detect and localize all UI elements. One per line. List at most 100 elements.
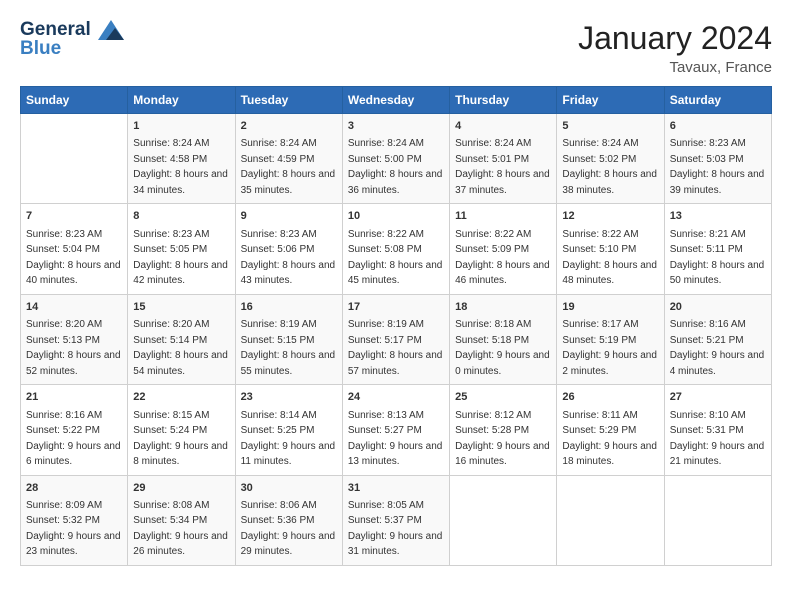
day-number: 8 — [133, 209, 229, 224]
day-number: 16 — [241, 300, 337, 315]
day-info: Sunrise: 8:14 AMSunset: 5:25 PMDaylight:… — [241, 410, 336, 468]
header-monday: Monday — [128, 87, 235, 114]
calendar-cell: 18 Sunrise: 8:18 AMSunset: 5:18 PMDayligh… — [450, 294, 557, 384]
calendar-cell: 22Sunrise: 8:15 AMSunset: 5:24 PMDayligh… — [128, 385, 235, 475]
day-number: 26 — [562, 390, 658, 405]
day-number: 12 — [562, 209, 658, 224]
calendar-cell: 23 Sunrise: 8:14 AMSunset: 5:25 PMDayligh… — [235, 385, 342, 475]
day-number: 19 — [562, 300, 658, 315]
calendar-cell — [557, 475, 664, 565]
day-info: Sunrise: 8:23 AMSunset: 5:04 PMDaylight:… — [26, 229, 121, 287]
calendar-cell: 1Sunrise: 8:24 AMSunset: 4:58 PMDaylight… — [128, 114, 235, 204]
header-sunday: Sunday — [21, 87, 128, 114]
day-info: Sunrise: 8:09 AMSunset: 5:32 PMDaylight:… — [26, 500, 121, 558]
calendar-cell: 12 Sunrise: 8:22 AMSunset: 5:10 PMDayligh… — [557, 204, 664, 294]
day-number: 29 — [133, 481, 229, 496]
calendar-cell: 13Sunrise: 8:21 AMSunset: 5:11 PMDayligh… — [664, 204, 771, 294]
day-number: 30 — [241, 481, 337, 496]
day-info: Sunrise: 8:24 AMSunset: 5:02 PMDaylight:… — [562, 138, 657, 196]
calendar-cell: 16 Sunrise: 8:19 AMSunset: 5:15 PMDayligh… — [235, 294, 342, 384]
day-info: Sunrise: 8:10 AMSunset: 5:31 PMDaylight:… — [670, 410, 765, 468]
day-info: Sunrise: 8:11 AMSunset: 5:29 PMDaylight:… — [562, 410, 657, 468]
header-tuesday: Tuesday — [235, 87, 342, 114]
calendar-cell: 24 Sunrise: 8:13 AMSunset: 5:27 PMDayligh… — [342, 385, 449, 475]
day-info: Sunrise: 8:22 AMSunset: 5:08 PMDaylight:… — [348, 229, 443, 287]
day-info: Sunrise: 8:06 AMSunset: 5:36 PMDaylight:… — [241, 500, 336, 558]
calendar-cell: 19 Sunrise: 8:17 AMSunset: 5:19 PMDayligh… — [557, 294, 664, 384]
day-info: Sunrise: 8:22 AMSunset: 5:10 PMDaylight:… — [562, 229, 657, 287]
calendar-cell: 21Sunrise: 8:16 AMSunset: 5:22 PMDayligh… — [21, 385, 128, 475]
title-block: January 2024 Tavaux, France — [578, 20, 772, 76]
day-number: 2 — [241, 119, 337, 134]
day-info: Sunrise: 8:08 AMSunset: 5:34 PMDaylight:… — [133, 500, 228, 558]
calendar-cell: 5 Sunrise: 8:24 AMSunset: 5:02 PMDaylight… — [557, 114, 664, 204]
calendar-cell: 11 Sunrise: 8:22 AMSunset: 5:09 PMDayligh… — [450, 204, 557, 294]
calendar-cell: 31 Sunrise: 8:05 AMSunset: 5:37 PMDayligh… — [342, 475, 449, 565]
header-wednesday: Wednesday — [342, 87, 449, 114]
day-info: Sunrise: 8:17 AMSunset: 5:19 PMDaylight:… — [562, 319, 657, 377]
day-number: 11 — [455, 209, 551, 224]
day-number: 31 — [348, 481, 444, 496]
calendar-cell: 28Sunrise: 8:09 AMSunset: 5:32 PMDayligh… — [21, 475, 128, 565]
header-thursday: Thursday — [450, 87, 557, 114]
calendar-week-3: 21Sunrise: 8:16 AMSunset: 5:22 PMDayligh… — [21, 385, 772, 475]
calendar-cell: 25Sunrise: 8:12 AMSunset: 5:28 PMDayligh… — [450, 385, 557, 475]
day-number: 4 — [455, 119, 551, 134]
day-info: Sunrise: 8:21 AMSunset: 5:11 PMDaylight:… — [670, 229, 765, 287]
day-info: Sunrise: 8:20 AMSunset: 5:13 PMDaylight:… — [26, 319, 121, 377]
page: General Blue January 2024 Tavaux, France… — [0, 0, 792, 612]
day-info: Sunrise: 8:24 AMSunset: 5:01 PMDaylight:… — [455, 138, 550, 196]
calendar-cell: 15Sunrise: 8:20 AMSunset: 5:14 PMDayligh… — [128, 294, 235, 384]
day-number: 23 — [241, 390, 337, 405]
calendar-cell: 3 Sunrise: 8:24 AMSunset: 5:00 PMDaylight… — [342, 114, 449, 204]
calendar-cell: 29 Sunrise: 8:08 AMSunset: 5:34 PMDayligh… — [128, 475, 235, 565]
day-info: Sunrise: 8:05 AMSunset: 5:37 PMDaylight:… — [348, 500, 443, 558]
logo-blue: Blue — [20, 38, 124, 60]
day-number: 5 — [562, 119, 658, 134]
day-number: 25 — [455, 390, 551, 405]
calendar-cell: 17Sunrise: 8:19 AMSunset: 5:17 PMDayligh… — [342, 294, 449, 384]
day-info: Sunrise: 8:22 AMSunset: 5:09 PMDaylight:… — [455, 229, 550, 287]
calendar-cell — [450, 475, 557, 565]
calendar-cell: 9Sunrise: 8:23 AMSunset: 5:06 PMDaylight… — [235, 204, 342, 294]
header: General Blue January 2024 Tavaux, France — [20, 20, 772, 76]
day-info: Sunrise: 8:13 AMSunset: 5:27 PMDaylight:… — [348, 410, 443, 468]
calendar-cell: 14Sunrise: 8:20 AMSunset: 5:13 PMDayligh… — [21, 294, 128, 384]
calendar-week-0: 1Sunrise: 8:24 AMSunset: 4:58 PMDaylight… — [21, 114, 772, 204]
calendar-cell: 30 Sunrise: 8:06 AMSunset: 5:36 PMDayligh… — [235, 475, 342, 565]
day-info: Sunrise: 8:23 AMSunset: 5:05 PMDaylight:… — [133, 229, 228, 287]
day-info: Sunrise: 8:18 AMSunset: 5:18 PMDaylight:… — [455, 319, 550, 377]
day-number: 6 — [670, 119, 766, 134]
day-info: Sunrise: 8:23 AMSunset: 5:03 PMDaylight:… — [670, 138, 765, 196]
day-info: Sunrise: 8:15 AMSunset: 5:24 PMDaylight:… — [133, 410, 228, 468]
day-number: 18 — [455, 300, 551, 315]
day-info: Sunrise: 8:23 AMSunset: 5:06 PMDaylight:… — [241, 229, 336, 287]
logo: General Blue — [20, 20, 124, 60]
calendar-cell: 8 Sunrise: 8:23 AMSunset: 5:05 PMDaylight… — [128, 204, 235, 294]
day-info: Sunrise: 8:24 AMSunset: 5:00 PMDaylight:… — [348, 138, 443, 196]
calendar-cell: 7Sunrise: 8:23 AMSunset: 5:04 PMDaylight… — [21, 204, 128, 294]
day-number: 3 — [348, 119, 444, 134]
calendar-week-4: 28Sunrise: 8:09 AMSunset: 5:32 PMDayligh… — [21, 475, 772, 565]
day-number: 10 — [348, 209, 444, 224]
logo-icon — [98, 20, 124, 40]
day-number: 27 — [670, 390, 766, 405]
day-number: 24 — [348, 390, 444, 405]
calendar-cell: 4 Sunrise: 8:24 AMSunset: 5:01 PMDaylight… — [450, 114, 557, 204]
header-saturday: Saturday — [664, 87, 771, 114]
day-info: Sunrise: 8:16 AMSunset: 5:22 PMDaylight:… — [26, 410, 121, 468]
day-number: 20 — [670, 300, 766, 315]
day-info: Sunrise: 8:16 AMSunset: 5:21 PMDaylight:… — [670, 319, 765, 377]
calendar-cell — [664, 475, 771, 565]
calendar-cell: 6 Sunrise: 8:23 AMSunset: 5:03 PMDaylight… — [664, 114, 771, 204]
calendar-cell: 26 Sunrise: 8:11 AMSunset: 5:29 PMDayligh… — [557, 385, 664, 475]
day-info: Sunrise: 8:20 AMSunset: 5:14 PMDaylight:… — [133, 319, 228, 377]
calendar-week-2: 14Sunrise: 8:20 AMSunset: 5:13 PMDayligh… — [21, 294, 772, 384]
calendar-cell: 27 Sunrise: 8:10 AMSunset: 5:31 PMDayligh… — [664, 385, 771, 475]
calendar-cell: 20 Sunrise: 8:16 AMSunset: 5:21 PMDayligh… — [664, 294, 771, 384]
calendar-cell: 2Sunrise: 8:24 AMSunset: 4:59 PMDaylight… — [235, 114, 342, 204]
day-info: Sunrise: 8:19 AMSunset: 5:17 PMDaylight:… — [348, 319, 443, 377]
calendar-cell: 10 Sunrise: 8:22 AMSunset: 5:08 PMDayligh… — [342, 204, 449, 294]
calendar-cell — [21, 114, 128, 204]
day-info: Sunrise: 8:19 AMSunset: 5:15 PMDaylight:… — [241, 319, 336, 377]
